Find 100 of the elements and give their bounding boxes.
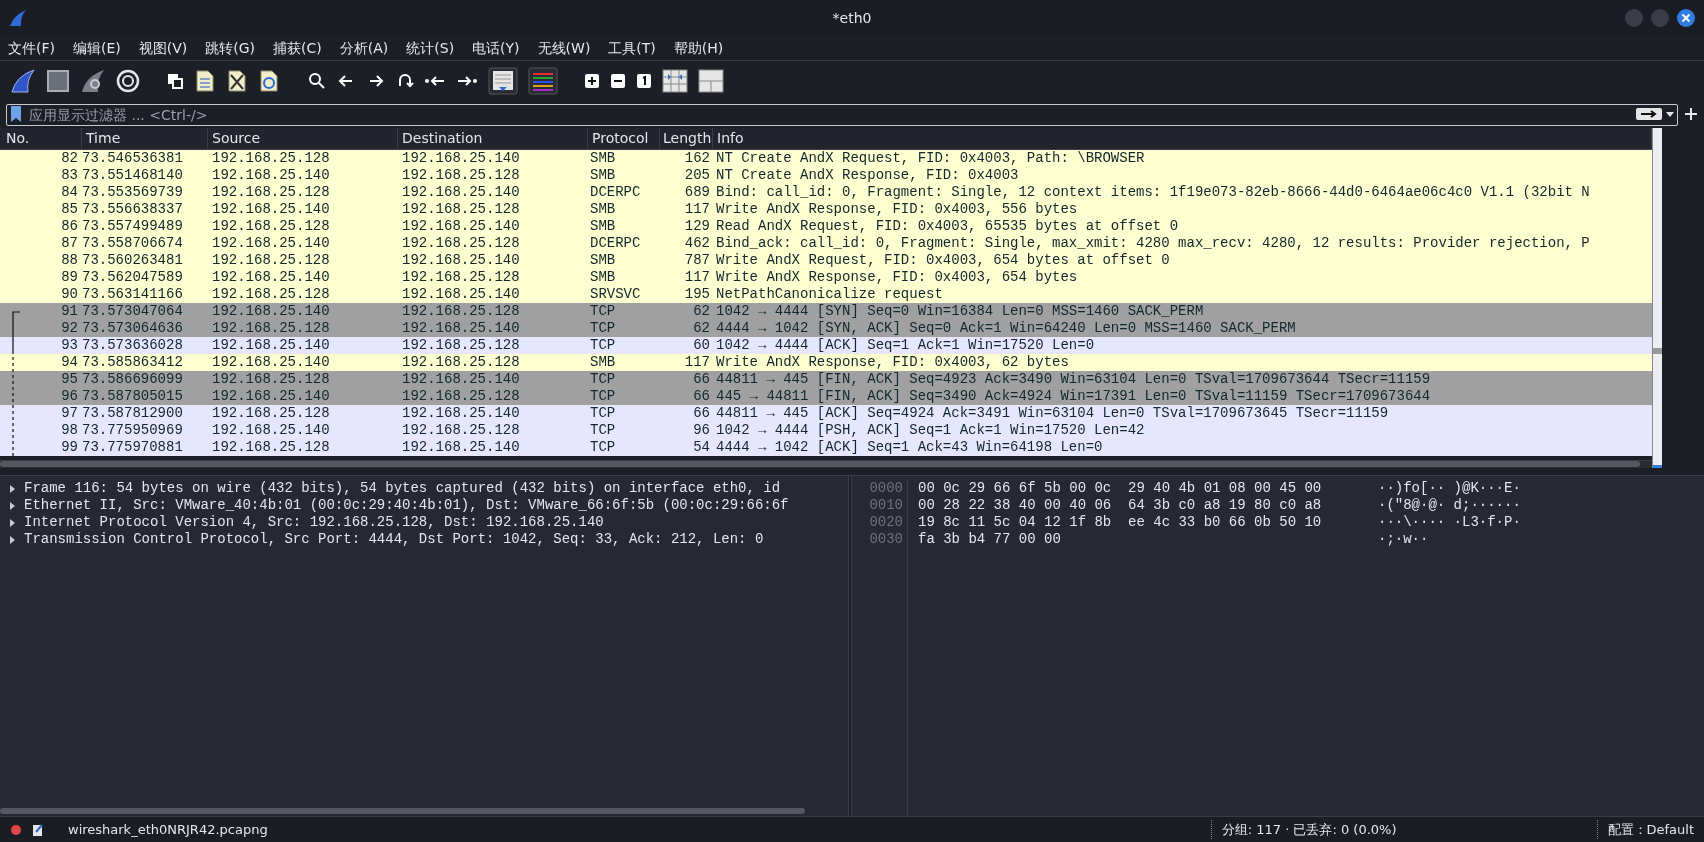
bookmark-icon[interactable]: [10, 105, 22, 123]
packet-row[interactable]: 98 73.775950969 192.168.25.140 192.168.25.128 TCP 96 1042 → 4444 [PSH, ACK] Seq=1 Ack=1 Win=17520 Len=42: [0, 422, 1652, 439]
packet-row[interactable]: 97 73.587812900 192.168.25.128 192.168.25.140 TCP 66 44811 → 445 [ACK] Seq=4924 Ack=3491 Win=63104 Len=0 TSval=1709673645 TSecr=11159: [0, 405, 1652, 422]
column-header[interactable]: Length: [660, 128, 713, 149]
column-header[interactable]: Time: [82, 128, 208, 149]
table-cell: 62: [693, 303, 710, 319]
table-cell: TCP: [590, 422, 616, 438]
packet-row[interactable]: 82 73.546536381 192.168.25.128 192.168.25.140 SMB 162 NT Create AndX Request, FID: 0x4003, Path: \BROWSER: [0, 150, 1652, 167]
resize-columns-icon[interactable]: [662, 68, 688, 93]
packet-row[interactable]: 95 73.586696099 192.168.25.128 192.168.25.140 TCP 66 44811 → 445 [FIN, ACK] Seq=4923 Ack=3490 Win=63104 Len=0 TSval=1709673644 TSecr=11159: [0, 371, 1652, 388]
expand-arrow-icon[interactable]: [8, 501, 16, 510]
column-header[interactable]: Protocol: [588, 128, 660, 149]
menu-item[interactable]: 电话(Y): [470, 37, 522, 59]
menu-item[interactable]: 无线(W): [535, 37, 593, 59]
packet-row[interactable]: 90 73.563141166 192.168.25.128 192.168.25.140 SRVSVC 195 NetPathCanonicalize request: [0, 286, 1652, 303]
close-button[interactable]: [1676, 8, 1696, 28]
ascii-bytes: ·("8@·@· d;······: [1378, 497, 1521, 514]
table-cell: 1042 → 4444 [ACK] Seq=1 Ack=1 Win=17520 Len=0: [716, 337, 1095, 353]
shark-fin-icon[interactable]: [10, 67, 36, 94]
packet-row[interactable]: 92 73.573064636 192.168.25.128 192.168.25.140 TCP 62 4444 → 1042 [SYN, ACK] Seq=0 Ack=1 Win=64240 Len=0 MSS=1460 SACK_PERM: [0, 320, 1652, 337]
table-cell: TCP: [590, 405, 616, 421]
add-filter-icon[interactable]: [1684, 107, 1698, 121]
packet-row[interactable]: 89 73.562047589 192.168.25.140 192.168.25.128 SMB 117 Write AndX Response, FID: 0x4003, 654 bytes: [0, 269, 1652, 286]
packet-row[interactable]: 93 73.573636028 192.168.25.140 192.168.25.128 TCP 60 1042 → 4444 [ACK] Seq=1 Ack=1 Win=17520 Len=0: [0, 337, 1652, 354]
layout-panes-icon[interactable]: [698, 68, 724, 93]
close-file-icon[interactable]: [226, 68, 248, 93]
ascii-bytes: ·;·w··: [1378, 531, 1429, 548]
expand-arrow-icon[interactable]: [8, 518, 16, 527]
table-cell: Read AndX Request, FID: 0x4003, 65535 bytes at offset 0: [716, 218, 1179, 234]
menu-item[interactable]: 统计(S): [404, 37, 457, 59]
menu-item[interactable]: 编辑(E): [71, 37, 123, 59]
vertical-scrollbar[interactable]: [1652, 128, 1662, 468]
table-cell: 117: [684, 269, 710, 285]
packet-row[interactable]: 88 73.560263481 192.168.25.128 192.168.25.140 SMB 787 Write AndX Request, FID: 0x4003, 654 bytes at offset 0: [0, 252, 1652, 269]
packet-row[interactable]: 94 73.585863412 192.168.25.140 192.168.25.128 SMB 117 Write AndX Response, FID: 0x4003, 62 bytes: [0, 354, 1652, 371]
shark-fin-icon: [8, 9, 28, 27]
settings-icon[interactable]: [116, 68, 140, 93]
profile-label[interactable]: 配置：Default: [1596, 819, 1694, 840]
packet-row[interactable]: 96 73.587805015 192.168.25.140 192.168.25.128 TCP 66 445 → 44811 [FIN, ACK] Seq=3490 Ack=4924 Win=17391 Len=0 TSval=11159 TSecr=1709673644: [0, 388, 1652, 405]
table-cell: 192.168.25.140: [212, 303, 330, 319]
table-cell: 192.168.25.128: [212, 371, 330, 387]
packet-row[interactable]: 86 73.557499489 192.168.25.128 192.168.25.140 SMB 129 Read AndX Request, FID: 0x4003, 65535 bytes at offset 0: [0, 218, 1652, 235]
table-cell: Write AndX Request, FID: 0x4003, 654 bytes at offset 0: [716, 252, 1170, 268]
menu-item[interactable]: 工具(T): [606, 37, 658, 59]
packet-row[interactable]: 85 73.556638337 192.168.25.140 192.168.25.128 SMB 117 Write AndX Response, FID: 0x4003, 556 bytes: [0, 201, 1652, 218]
column-header[interactable]: No.: [0, 128, 82, 149]
comment-icon[interactable]: [32, 822, 44, 837]
packet-row[interactable]: 91 73.573047064 192.168.25.140 192.168.25.128 TCP 62 1042 → 4444 [SYN] Seq=0 Win=16384 Len=0 MSS=1460 SACK_PERM: [0, 303, 1652, 320]
expand-arrow-icon[interactable]: [8, 484, 16, 493]
table-cell: 88: [61, 252, 78, 268]
table-cell: 192.168.25.140: [402, 150, 520, 166]
table-cell: 192.168.25.140: [402, 405, 520, 421]
file-icon[interactable]: [194, 68, 216, 93]
table-cell: 162: [684, 150, 710, 166]
table-cell: 787: [684, 252, 710, 268]
column-header[interactable]: Source: [208, 128, 398, 149]
table-cell: 192.168.25.140: [402, 320, 520, 336]
table-cell: 205: [684, 167, 710, 183]
menu-item[interactable]: 分析(A): [337, 37, 391, 59]
normal-size-icon[interactable]: [636, 72, 652, 89]
reload-file-icon[interactable]: [258, 68, 280, 93]
packet-row[interactable]: 99 73.775970881 192.168.25.128 192.168.25.140 TCP 54 4444 → 1042 [ACK] Seq=1 Ack=43 Win=64198 Len=0: [0, 439, 1652, 456]
dropdown-caret-icon[interactable]: [1665, 109, 1675, 119]
table-cell: 44811 → 445 [FIN, ACK] Seq=4923 Ack=3490 Win=63104 Len=0 TSval=1709673644 TSecr=11159: [716, 371, 1431, 387]
search-icon[interactable]: [308, 71, 326, 90]
table-cell: 99: [61, 439, 78, 455]
expand-arrow-icon[interactable]: [8, 535, 16, 544]
table-cell: 192.168.25.128: [402, 354, 520, 370]
table-cell: 73.573636028: [82, 337, 183, 353]
table-cell: 73.563141166: [82, 286, 183, 302]
table-cell: SMB: [590, 167, 616, 183]
packet-row[interactable]: 84 73.553569739 192.168.25.128 192.168.25.140 DCERPC 689 Bind: call_id: 0, Fragment: Single, 12 context items: 1f19e073-82eb-8666-44d0-6464ae06c4c0 V1.1 (32bit N: [0, 184, 1652, 201]
table-cell: 4444 → 1042 [ACK] Seq=1 Ack=43 Win=64198 Len=0: [716, 439, 1103, 455]
packet-row[interactable]: 83 73.551468140 192.168.25.140 192.168.25.128 SMB 205 NT Create AndX Response, FID: 0x4003: [0, 167, 1652, 184]
autoscroll-icon[interactable]: [488, 66, 518, 95]
table-cell: 192.168.25.128: [212, 150, 330, 166]
restart-icon[interactable]: [80, 67, 106, 94]
jump-arrow-icon[interactable]: [396, 71, 414, 90]
menu-item[interactable]: 捕获(C): [271, 37, 324, 59]
zoom-out-icon[interactable]: [610, 72, 626, 89]
table-cell: 192.168.25.140: [212, 269, 330, 285]
table-cell: 73.558706674: [82, 235, 183, 251]
zoom-in-icon[interactable]: [584, 72, 600, 89]
packet-count: 分组: 117 · 已丢弃: 0 (0.0%): [1210, 819, 1397, 840]
table-cell: TCP: [590, 320, 616, 336]
table-cell: 129: [684, 218, 710, 234]
table-cell: 66: [693, 405, 710, 421]
table-cell: 192.168.25.140: [212, 337, 330, 353]
column-header[interactable]: Destination: [398, 128, 588, 149]
table-cell: 96: [693, 422, 710, 438]
stop-icon[interactable]: [46, 68, 70, 93]
menu-item[interactable]: 帮助(H): [671, 37, 726, 59]
colorize-icon[interactable]: [528, 66, 558, 95]
packet-row[interactable]: 87 73.558706674 192.168.25.140 192.168.25.128 DCERPC 462 Bind_ack: call_id: 0, Fragment: Single, max_xmit: 4280 max_recv: 4280, 12 results: Provider rejection, P: [0, 235, 1652, 252]
table-cell: SMB: [590, 218, 616, 234]
display-filter-field[interactable]: 应用显示过滤器 ... <Ctrl-/>: [6, 104, 1678, 126]
menu-item[interactable]: 视图(V): [136, 37, 190, 59]
menu-item[interactable]: 文件(F): [6, 37, 57, 59]
menu-item[interactable]: 跳转(G): [203, 37, 258, 59]
table-cell: 97: [61, 405, 78, 421]
